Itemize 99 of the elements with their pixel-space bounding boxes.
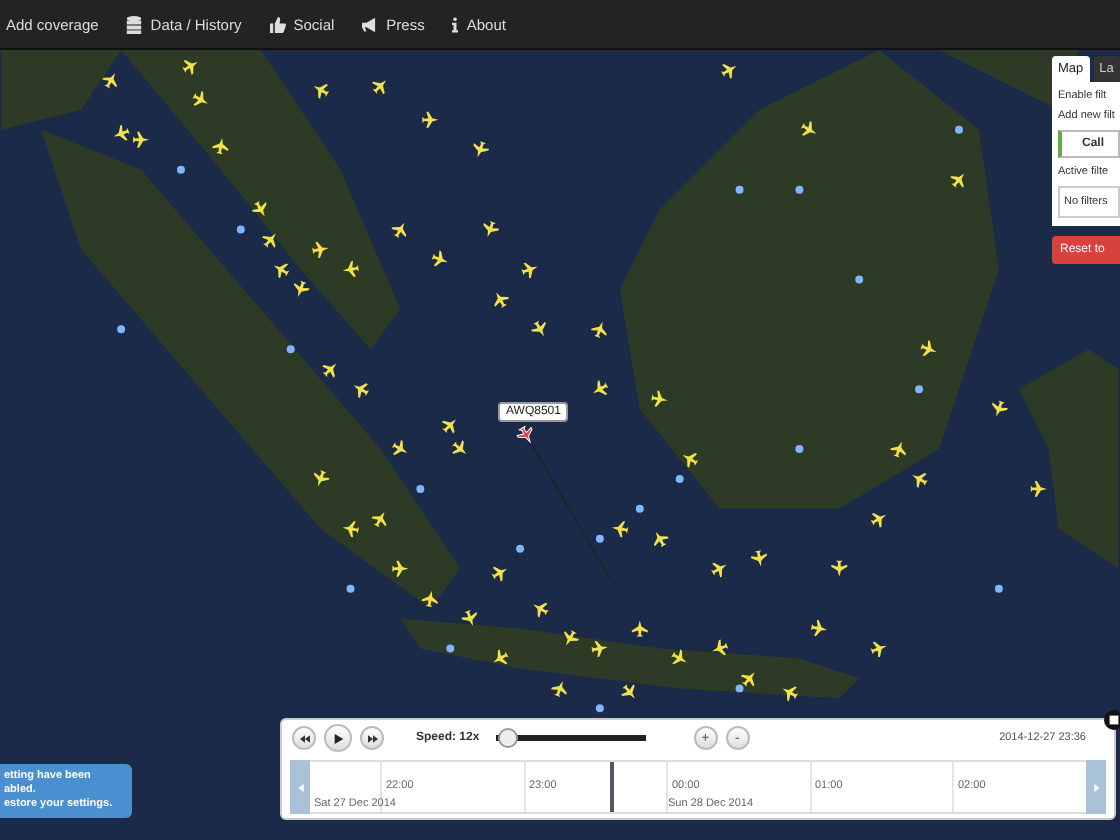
airport-marker-icon	[855, 275, 864, 284]
airplane-icon[interactable]	[782, 686, 798, 702]
airport-marker-icon	[635, 504, 644, 513]
airplane-icon[interactable]	[631, 620, 648, 637]
airplane-icon[interactable]	[113, 124, 130, 141]
airplane-icon[interactable]	[740, 672, 755, 687]
airport-marker-icon	[735, 185, 744, 194]
airplane-icon[interactable]	[551, 680, 567, 697]
airplane-icon[interactable]	[721, 64, 737, 79]
airport-marker-icon	[955, 125, 963, 134]
flight-path-line	[531, 444, 611, 580]
airport-marker-icon	[795, 445, 804, 453]
airplane-icon[interactable]	[293, 280, 310, 297]
airplane-icon[interactable]	[182, 60, 198, 75]
airport-marker-icon	[117, 325, 126, 334]
airplane-icon[interactable]	[711, 562, 727, 578]
airplane-icon[interactable]	[251, 201, 267, 217]
airplane-icon[interactable]	[564, 630, 579, 646]
airplane-icon[interactable]	[392, 560, 409, 577]
airplane-icon[interactable]	[671, 649, 687, 665]
airplane-icon[interactable]	[342, 260, 359, 277]
airplane-icon[interactable]	[992, 400, 1008, 417]
airplane-icon[interactable]	[1030, 480, 1047, 497]
rewind-button[interactable]	[292, 726, 316, 750]
airplane-icon[interactable]	[810, 620, 828, 637]
airplane-icon[interactable]	[800, 120, 817, 136]
airplane-icon[interactable]	[712, 639, 729, 656]
airplane-icon[interactable]	[342, 521, 359, 538]
airport-marker-icon	[595, 534, 604, 543]
airplane-icon[interactable]	[593, 380, 609, 396]
airport-marker-icon	[795, 185, 804, 194]
airplane-icon[interactable]	[483, 220, 500, 238]
airplane-icon[interactable]	[653, 531, 669, 548]
megaphone-icon	[362, 15, 379, 33]
airplane-icon[interactable]	[441, 419, 456, 434]
fast-forward-button[interactable]	[360, 726, 384, 750]
close-icon[interactable]	[1104, 710, 1120, 730]
rewind-icon	[299, 733, 309, 743]
airport-marker-icon	[915, 385, 924, 394]
airport-marker-icon	[735, 684, 744, 693]
info-icon	[452, 15, 459, 33]
airport-marker-icon	[416, 484, 425, 493]
airplane-icon[interactable]	[421, 590, 438, 607]
airplane-icon[interactable]	[461, 609, 478, 627]
airport-marker-icon	[446, 644, 455, 653]
play-icon	[333, 733, 343, 743]
airplane-icon[interactable]	[651, 390, 668, 407]
airplane-icon[interactable]	[273, 263, 290, 279]
airplane-icon[interactable]	[422, 111, 439, 128]
airplane-icon[interactable]	[870, 641, 887, 658]
airplane-icon[interactable]	[920, 340, 937, 357]
airplane-icon[interactable]	[353, 383, 369, 399]
airplane-icon[interactable]	[531, 320, 546, 337]
airplane-icon[interactable]	[372, 80, 387, 95]
airport-marker-icon	[675, 474, 684, 483]
play-button[interactable]	[324, 724, 352, 752]
airplane-icon[interactable]	[262, 233, 276, 248]
airplane-icon[interactable]	[533, 602, 549, 618]
airplane-icon[interactable]	[391, 222, 407, 239]
airplane-icon[interactable]	[831, 560, 848, 577]
airplane-icon[interactable]	[473, 141, 490, 158]
airplane-icon[interactable]	[912, 473, 928, 488]
selected-aircraft-icon[interactable]	[516, 426, 533, 443]
airplane-icon[interactable]	[890, 441, 906, 458]
airport-marker-icon	[176, 165, 185, 174]
airport-marker-icon	[994, 584, 1003, 593]
airplane-icon[interactable]	[391, 440, 408, 455]
airplane-icon[interactable]	[312, 242, 329, 259]
database-icon	[126, 15, 143, 33]
airplane-icon[interactable]	[133, 131, 150, 148]
airport-marker-icon	[346, 584, 355, 593]
airplane-icon[interactable]	[192, 90, 208, 106]
airplane-icon[interactable]	[591, 640, 608, 658]
airplane-icon[interactable]	[322, 363, 337, 378]
airplane-icon[interactable]	[212, 137, 229, 155]
airplane-icon[interactable]	[621, 684, 635, 699]
airplane-icon[interactable]	[750, 550, 767, 567]
airplane-icon[interactable]	[950, 173, 965, 188]
airport-marker-icon	[516, 544, 525, 553]
airplane-icon[interactable]	[493, 649, 509, 665]
airplane-icon[interactable]	[371, 511, 387, 528]
airplane-icon[interactable]	[313, 470, 330, 487]
airplane-icon[interactable]	[494, 292, 510, 308]
airplane-icon[interactable]	[102, 73, 118, 89]
airport-marker-icon	[286, 345, 295, 354]
airplane-icon[interactable]	[612, 521, 629, 538]
thumbs-up-icon	[269, 15, 286, 33]
airplane-icon[interactable]	[591, 321, 607, 338]
airplane-icon[interactable]	[431, 250, 448, 267]
airplane-icon[interactable]	[491, 566, 508, 582]
airplane-icon[interactable]	[521, 262, 538, 279]
speed-slider-thumb[interactable]	[498, 728, 519, 748]
airplane-icon[interactable]	[452, 440, 467, 455]
airplane-icon[interactable]	[313, 84, 330, 99]
airplane-icon[interactable]	[682, 453, 699, 468]
fast-forward-icon	[367, 733, 377, 743]
airplane-icon[interactable]	[870, 512, 887, 528]
airport-marker-icon	[236, 225, 245, 234]
airport-marker-icon	[595, 704, 604, 713]
